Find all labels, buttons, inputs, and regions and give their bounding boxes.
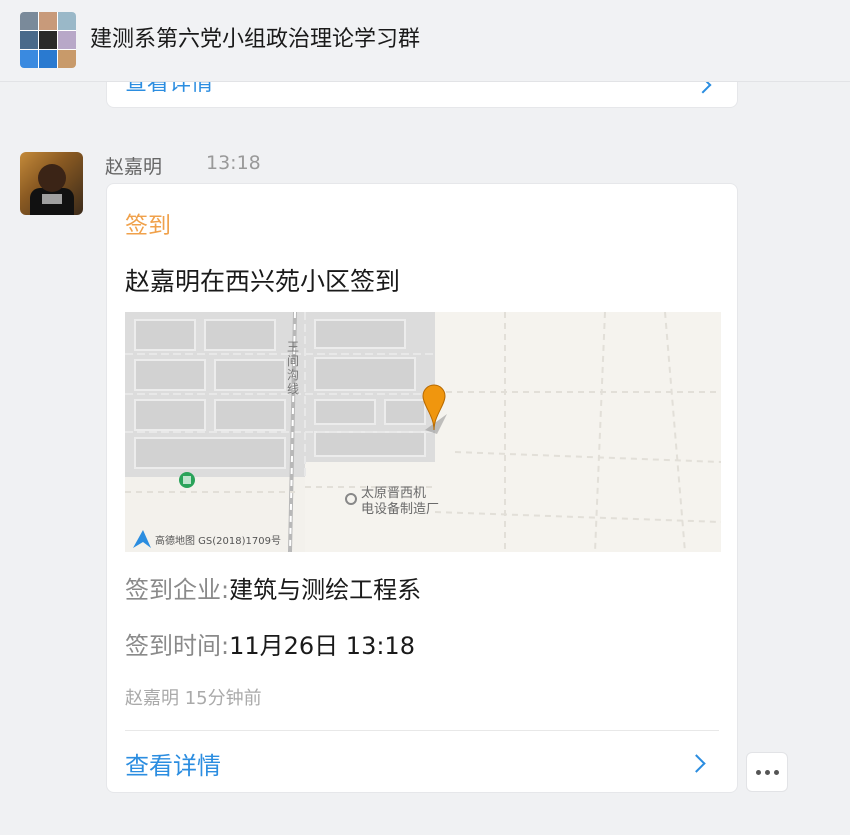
map-pin-icon [421,394,447,434]
location-map[interactable]: 王间沟线 太原晋西机 电设备制造厂 高德地图 GS(2018)1709号 [125,312,721,552]
card-title: 赵嘉明在西兴苑小区签到 [125,267,401,296]
company-label: 签到企业: [125,576,230,604]
card-tag: 签到 [125,213,171,239]
sender-avatar[interactable] [20,152,83,215]
chevron-right-icon[interactable] [687,754,706,773]
time-label: 签到时间: [125,632,230,660]
company-value: 建筑与测绘工程系 [229,576,422,604]
map-road-label: 王间沟线 [287,340,300,396]
map-poi-label-2: 电设备制造厂 [361,502,440,517]
checkin-company-row: 签到企业:建筑与测绘工程系 [125,570,421,605]
group-avatar[interactable] [20,12,76,68]
card-meta: 赵嘉明 15分钟前 [125,688,262,709]
sender-name: 赵嘉明 [105,156,163,178]
chat-header: 建测系第六党小组政治理论学习群 [0,0,850,82]
more-dots-icon [755,769,761,775]
chat-title: 建测系第六党小组政治理论学习群 [90,27,421,52]
message-time: 13:18 [206,152,261,174]
map-attribution: 高德地图 GS(2018)1709号 [155,536,281,547]
card-divider [125,730,719,731]
view-details-link[interactable]: 查看详情 [125,746,221,781]
time-value: 11月26日 13:18 [229,632,415,660]
checkin-card[interactable]: 签到 赵嘉明在西兴苑小区签到 王间沟线 太原晋西机 电设备制造厂 高德地图 GS… [106,183,738,793]
checkin-time-row: 签到时间:11月26日 13:18 [125,626,415,661]
more-options-button[interactable] [746,752,788,792]
